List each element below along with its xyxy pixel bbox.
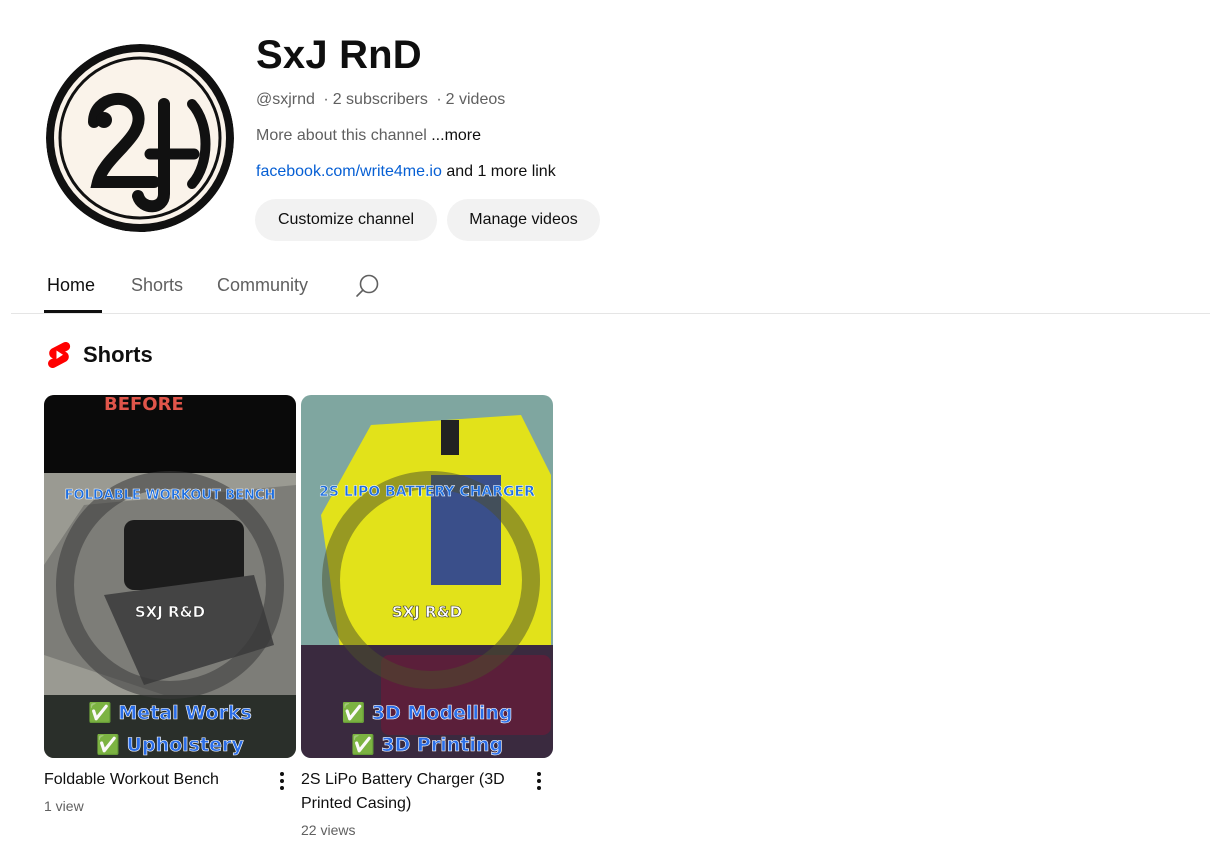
more-options-icon[interactable] — [270, 768, 294, 796]
watermark-text: SXJ R&D — [135, 603, 205, 621]
short-thumbnail-image: 2S LIPO BATTERY CHARGER SXJ R&D ✅ 3D Mod… — [301, 395, 553, 758]
watermark-text: SXJ R&D — [392, 603, 462, 621]
short-thumbnail[interactable]: BEFORE FOLDABLE WORKOUT BENCH SXJ R&D ✅ … — [44, 395, 296, 758]
short-thumbnail-image: BEFORE FOLDABLE WORKOUT BENCH SXJ R&D ✅ … — [44, 395, 296, 758]
channel-name: SxJ RnD — [256, 33, 422, 77]
manage-videos-button[interactable]: Manage videos — [447, 199, 600, 241]
subscriber-count: 2 subscribers — [332, 91, 428, 108]
shorts-section-title: Shorts — [83, 342, 153, 367]
short-title[interactable]: 2S LiPo Battery Charger (3D Printed Casi… — [301, 768, 521, 816]
short-card[interactable]: 2S LIPO BATTERY CHARGER SXJ R&D ✅ 3D Mod… — [301, 395, 553, 838]
short-views: 22 views — [301, 822, 356, 838]
tab-home[interactable]: Home — [47, 275, 95, 296]
channel-avatar[interactable] — [46, 44, 234, 232]
overlay-line1: ✅ Metal Works — [88, 701, 252, 724]
short-views: 1 view — [44, 798, 84, 814]
channel-meta: @sxjrnd · 2 subscribers · 2 videos — [256, 91, 505, 109]
tab-community[interactable]: Community — [217, 275, 308, 296]
meta-separator: · — [323, 91, 329, 108]
search-icon[interactable] — [355, 273, 381, 299]
overlay-banner: 2S LIPO BATTERY CHARGER — [319, 484, 535, 500]
channel-description[interactable]: More about this channel ...more — [256, 127, 481, 145]
overlay-line2: ✅ 3D Printing — [351, 733, 503, 756]
description-text: More about this channel — [256, 127, 427, 144]
overlay-banner: FOLDABLE WORKOUT BENCH — [65, 488, 276, 503]
more-options-icon[interactable] — [527, 768, 551, 796]
overlay-top-text: BEFORE — [104, 395, 184, 415]
more-links-button[interactable]: and 1 more link — [446, 163, 555, 180]
short-card[interactable]: BEFORE FOLDABLE WORKOUT BENCH SXJ R&D ✅ … — [44, 395, 296, 814]
overlay-line2: ✅ Upholstery — [96, 733, 244, 756]
shorts-icon — [48, 341, 71, 368]
overlay-line1: ✅ 3D Modelling — [342, 701, 513, 724]
short-title[interactable]: Foldable Workout Bench — [44, 768, 264, 792]
more-button[interactable]: ...more — [431, 127, 481, 144]
channel-link[interactable]: facebook.com/write4me.io — [256, 163, 442, 180]
tabs-divider — [11, 313, 1210, 314]
channel-handle: @sxjrnd — [256, 91, 315, 108]
channel-links: facebook.com/write4me.io and 1 more link — [256, 163, 556, 181]
meta-separator: · — [436, 91, 442, 108]
channel-tabs: Home Shorts Community — [0, 262, 1210, 314]
customize-channel-button[interactable]: Customize channel — [255, 199, 437, 241]
tab-shorts[interactable]: Shorts — [131, 275, 183, 296]
shorts-section-header: Shorts — [47, 340, 153, 370]
video-count: 2 videos — [445, 91, 506, 108]
sxj-logo-icon — [46, 44, 234, 232]
short-thumbnail[interactable]: 2S LIPO BATTERY CHARGER SXJ R&D ✅ 3D Mod… — [301, 395, 553, 758]
